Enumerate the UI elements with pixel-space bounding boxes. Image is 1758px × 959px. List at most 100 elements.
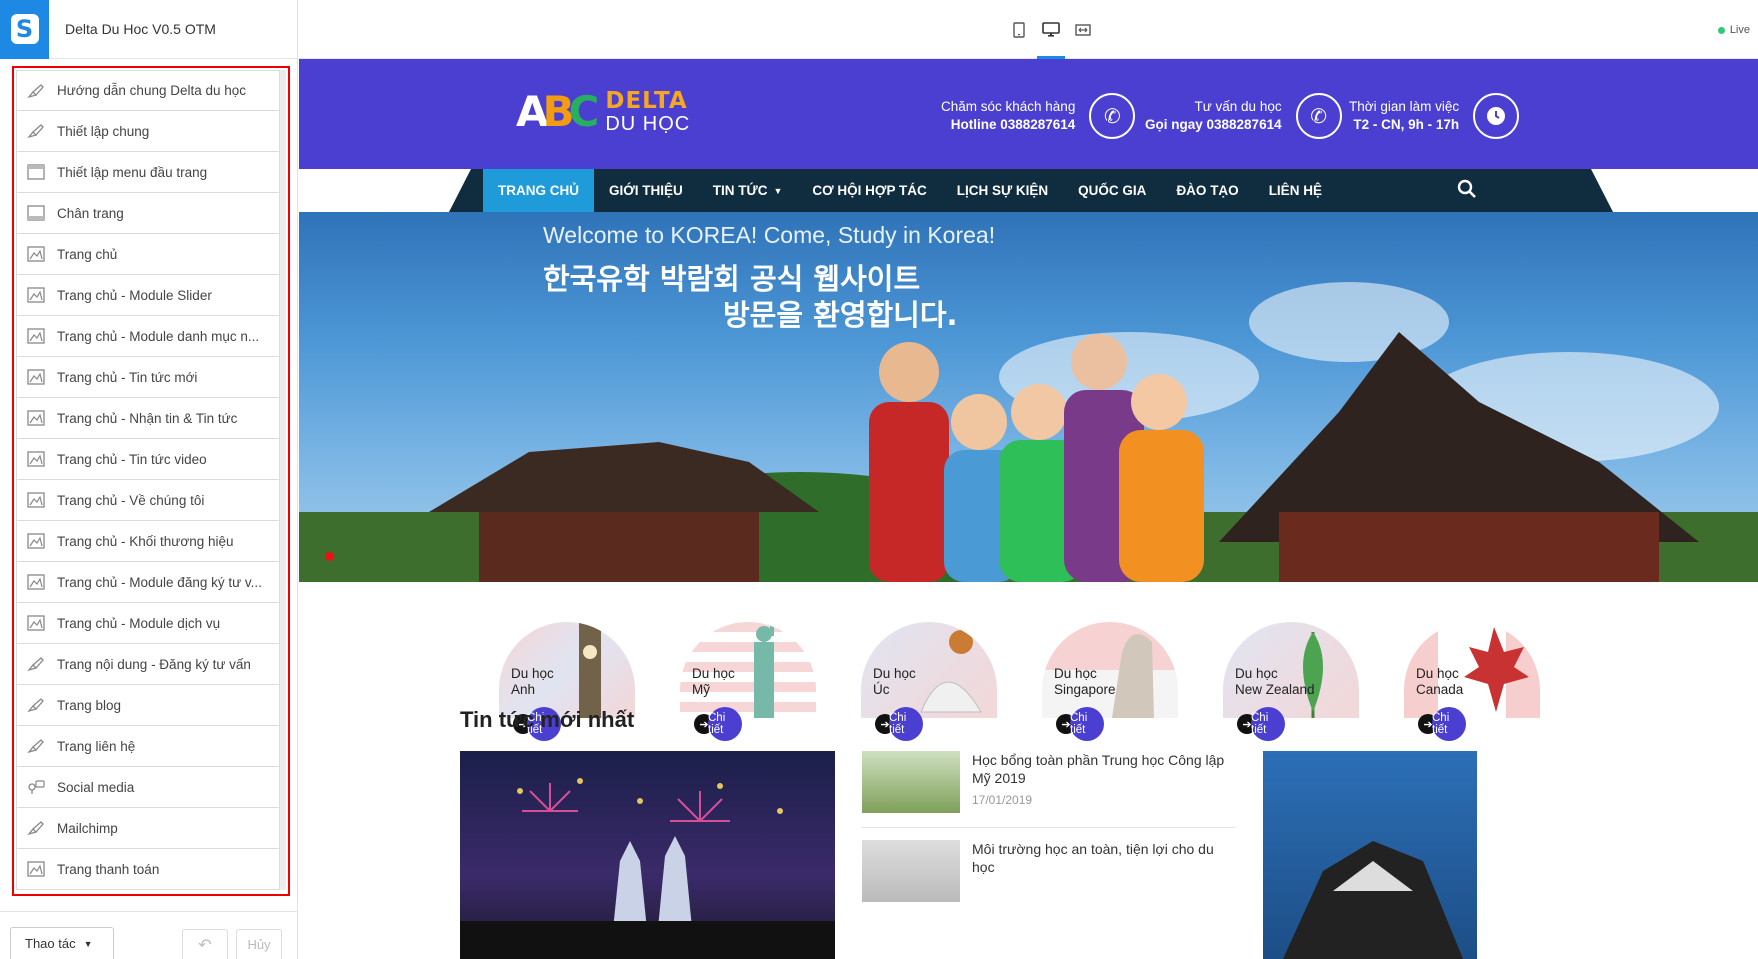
- destination-line1: Du học: [692, 666, 735, 681]
- device-switcher: [1010, 20, 1092, 59]
- news-side-image[interactable]: [1263, 751, 1477, 959]
- sidebar-item[interactable]: Trang thanh toán: [16, 849, 280, 890]
- news-item[interactable]: Học bổng toàn phần Trung học Công lập Mỹ…: [862, 751, 1236, 828]
- news-item-title[interactable]: Môi trường học an toàn, tiện lợi cho du …: [972, 840, 1236, 876]
- sidebar-item[interactable]: Thiết lập chung: [16, 111, 280, 152]
- main-nav: Trang chủ Giới thiệu Tin tức ▼ Cơ hội hợp tá…: [299, 169, 1758, 212]
- nav-item[interactable]: Lịch sự kiện: [942, 169, 1063, 212]
- undo-button[interactable]: ↶: [182, 929, 228, 959]
- nav-item[interactable]: Cơ hội hợp tác: [797, 169, 941, 212]
- app-title: Delta Du Hoc V0.5 OTM: [65, 21, 216, 37]
- news-item[interactable]: Môi trường học an toàn, tiện lợi cho du …: [862, 840, 1236, 916]
- clock-icon: [1473, 93, 1520, 139]
- sidebar-item[interactable]: Trang chủ: [16, 234, 280, 275]
- nav-menu: Trang chủ Giới thiệu Tin tức ▼ Cơ hội hợp tá…: [483, 169, 1337, 212]
- brush-icon: [25, 81, 47, 101]
- homepage-icon: [25, 531, 47, 551]
- nav-item-label: Lịch sự kiện: [956, 183, 1049, 198]
- destination-detail-button[interactable]: ➔ Chi tiết: [1237, 707, 1285, 741]
- site-logo[interactable]: ABC DELTA DU HỌC: [516, 87, 690, 136]
- destination-detail-button[interactable]: ➔ Chi tiết: [1418, 707, 1466, 741]
- detail-label: Chi tiết: [1070, 707, 1104, 741]
- sidebar-item[interactable]: Chân trang: [16, 193, 280, 234]
- sidebar-item[interactable]: Trang chủ - Tin tức mới: [16, 357, 280, 398]
- sidebar-item[interactable]: Trang chủ - Tin tức video: [16, 439, 280, 480]
- sidebar-item[interactable]: Thiết lập menu đầu trang: [16, 152, 280, 193]
- sidebar-item-label: Thiết lập menu đầu trang: [57, 164, 208, 180]
- nav-item[interactable]: Tin tức ▼: [698, 169, 798, 212]
- action-dropdown-button[interactable]: Thao tác ▼: [10, 927, 114, 959]
- nav-item[interactable]: Liên hệ: [1254, 169, 1337, 212]
- live-label: Live: [1729, 24, 1750, 36]
- preview-topbar: Live: [298, 0, 1758, 59]
- sidebar-item[interactable]: Trang chủ - Về chúng tôi: [16, 480, 280, 521]
- nav-item[interactable]: Quốc gia: [1063, 169, 1161, 212]
- destination-detail-button[interactable]: ➔ Chi tiết: [694, 707, 742, 741]
- sidebar-item[interactable]: Hướng dẫn chung Delta du học: [16, 70, 280, 111]
- fullwidth-view-button[interactable]: [1074, 20, 1092, 40]
- detail-label: Chi tiết: [1432, 707, 1466, 741]
- sidebar-item-label: Social media: [57, 779, 135, 795]
- sidebar-item[interactable]: Social media: [16, 767, 280, 808]
- sidebar-item-label: Mailchimp: [57, 820, 118, 836]
- news-item-title[interactable]: Học bổng toàn phần Trung học Công lập Mỹ…: [972, 751, 1236, 787]
- destination-card[interactable]: Du học Singapore ➔ Chi tiết: [1042, 602, 1178, 741]
- destination-card[interactable]: Du học New Zealand ➔ Chi tiết: [1223, 602, 1359, 741]
- hero-slider[interactable]: Welcome to KOREA! Come, Study in Korea! …: [299, 212, 1758, 582]
- sidebar-footer: Thao tác ▼ ↶ Hủy: [0, 911, 298, 959]
- logo-line2: DU HỌC: [605, 113, 691, 135]
- destination-name: Du học Mỹ: [692, 666, 735, 698]
- sidebar-scrollbar[interactable]: [280, 70, 286, 890]
- destination-line2: Úc: [873, 682, 890, 697]
- news-featured-image[interactable]: [460, 751, 835, 959]
- desktop-view-button[interactable]: [1037, 20, 1065, 59]
- header-layout-icon: [25, 162, 47, 182]
- destination-line2: New Zealand: [1235, 682, 1315, 697]
- logo-line1: DELTA: [605, 88, 688, 114]
- desktop-icon: [1042, 22, 1060, 37]
- sidebar-item[interactable]: Trang blog: [16, 685, 280, 726]
- sidebar-item[interactable]: Trang chủ - Nhận tin & Tin tức: [16, 398, 280, 439]
- tablet-icon: [1013, 22, 1025, 38]
- undo-icon: ↶: [198, 936, 212, 954]
- sidebar-item-label: Thiết lập chung: [57, 123, 150, 139]
- phone-icon[interactable]: ✆: [1089, 93, 1136, 139]
- destination-line1: Du học: [511, 666, 554, 681]
- sidebar-item[interactable]: Trang nội dung - Đăng ký tư vấn: [16, 644, 280, 685]
- search-icon[interactable]: [1457, 179, 1477, 205]
- sidebar-item[interactable]: Trang liên hệ: [16, 726, 280, 767]
- sidebar-item[interactable]: Trang chủ - Module đăng ký tư v...: [16, 562, 280, 603]
- destination-card[interactable]: Du học Mỹ ➔ Chi tiết: [680, 602, 816, 741]
- destination-detail-button[interactable]: ➔ Chi tiết: [875, 707, 923, 741]
- destination-card[interactable]: Du học Úc ➔ Chi tiết: [861, 602, 997, 741]
- detail-label: Chi tiết: [708, 707, 742, 741]
- sidebar-header: S Delta Du Hoc V0.5 OTM: [0, 0, 297, 59]
- sidebar-item[interactable]: Mailchimp: [16, 808, 280, 849]
- nav-item-label: Cơ hội hợp tác: [812, 183, 927, 198]
- slider-dot[interactable]: [325, 552, 334, 561]
- action-label: Thao tác: [25, 936, 76, 951]
- nav-item[interactable]: Trang chủ: [483, 169, 594, 212]
- logo-abc: ABC: [516, 87, 599, 136]
- sidebar-item[interactable]: Trang chủ - Khối thương hiệu: [16, 521, 280, 562]
- destination-card[interactable]: Du học Canada ➔ Chi tiết: [1404, 602, 1540, 741]
- social-icon: [25, 777, 47, 797]
- header-info-support: Chăm sóc khách hàng Hotline 0388287614 ✆: [941, 93, 1136, 139]
- destination-detail-button[interactable]: ➔ Chi tiết: [1056, 707, 1104, 741]
- sidebar-item-label: Trang chủ - Module dịch vụ: [57, 615, 221, 631]
- sidebar-item-label: Trang chủ - Module đăng ký tư v...: [57, 574, 262, 590]
- nav-item[interactable]: Giới thiệu: [594, 169, 698, 212]
- sidebar-item[interactable]: Trang chủ - Module danh mục n...: [16, 316, 280, 357]
- sidebar-item-label: Trang chủ - Tin tức video: [57, 451, 207, 467]
- app-logo[interactable]: S: [0, 0, 49, 59]
- settings-list: Hướng dẫn chung Delta du học Thiết lập ch…: [16, 70, 280, 890]
- nav-item[interactable]: Đào tạo: [1161, 169, 1253, 212]
- homepage-icon: [25, 859, 47, 879]
- sidebar-item[interactable]: Trang chủ - Module dịch vụ: [16, 603, 280, 644]
- nav-item-label: Tin tức: [712, 183, 768, 198]
- news-section-title: Tin tức mới nhất: [460, 707, 635, 732]
- cancel-button[interactable]: Hủy: [236, 929, 282, 959]
- phone-icon[interactable]: ✆: [1295, 93, 1342, 139]
- sidebar-item[interactable]: Trang chủ - Module Slider: [16, 275, 280, 316]
- tablet-view-button[interactable]: [1010, 20, 1028, 40]
